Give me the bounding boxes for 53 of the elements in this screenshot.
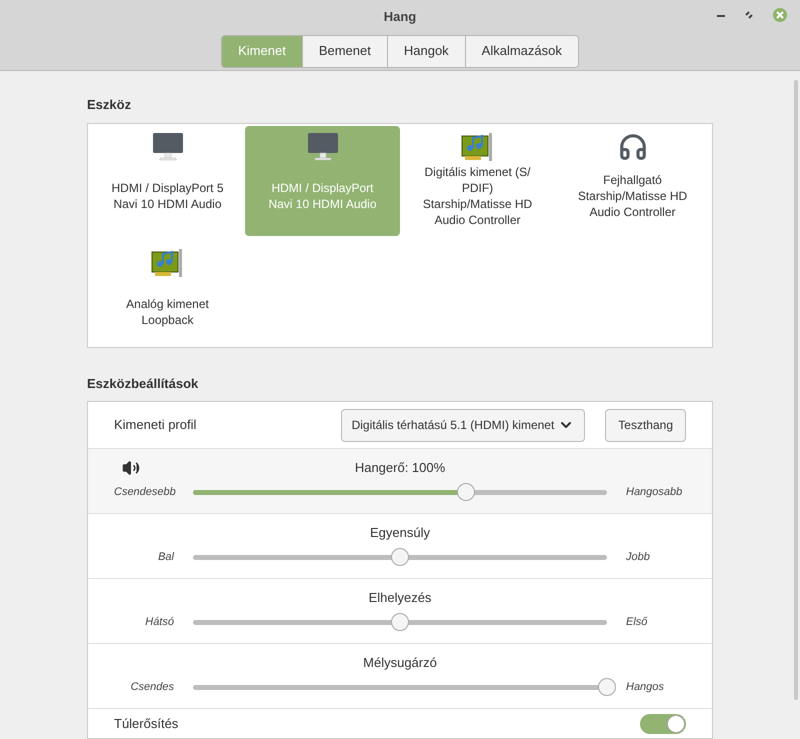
device-label: Audio Controller <box>588 204 677 220</box>
min-label: Csendes <box>130 680 175 695</box>
max-label: Első <box>625 614 648 630</box>
device-label: PDIF) <box>460 180 494 196</box>
max-label: Hangosabb <box>625 484 684 500</box>
monitor-icon <box>152 132 184 162</box>
monitor-icon <box>306 132 338 162</box>
tab[interactable]: Bemenet <box>302 34 388 68</box>
boost-label: Túlerősítés <box>114 714 180 733</box>
device-label: Audio Controller <box>433 212 522 228</box>
slider-thumb[interactable] <box>391 612 409 630</box>
device-label: Starship/Matisse HD <box>422 196 532 212</box>
close-icon[interactable] <box>772 7 788 23</box>
headphones-icon <box>618 132 648 162</box>
device-item[interactable]: Fejhallgató Starship/Matisse HD Audio Controller <box>555 126 710 236</box>
scrollbar[interactable] <box>794 80 798 700</box>
slider-label: Egyensúly <box>370 524 430 542</box>
slider-label: Hangerő: 100% <box>354 459 446 478</box>
device-item[interactable]: HDMI / DisplayPort 5 Navi 10 HDMI Audio <box>90 126 245 236</box>
restore-icon[interactable] <box>744 10 754 20</box>
max-label: Jobb <box>625 550 651 565</box>
device-item[interactable]: Digitális kimenet (S/ PDIF) Starship/Matisse HD Audio Controller <box>400 126 555 236</box>
slider-label: Mélysugárzó <box>363 654 437 672</box>
device-label: Starship/Matisse HD <box>578 188 688 204</box>
tab[interactable]: Hangok <box>386 34 466 68</box>
device-label: Loopback <box>140 312 195 328</box>
section-title: Eszközbeállítások <box>87 374 200 392</box>
device-label: Fejhallgató <box>602 172 663 188</box>
sound-card-icon <box>460 132 494 162</box>
profile-label: Kimeneti profil <box>114 416 198 434</box>
boost-switch[interactable] <box>640 714 686 734</box>
slider-label: Elhelyezés <box>368 589 432 608</box>
min-label: Hátsó <box>144 614 175 630</box>
device-label: HDMI / DisplayPort <box>270 180 374 196</box>
device-item[interactable]: Analóg kimenet Loopback <box>90 242 245 352</box>
max-label: Hangos <box>625 680 665 695</box>
device-label: Navi 10 HDMI Audio <box>112 196 223 212</box>
test-sound-button[interactable]: Teszthang <box>605 408 686 442</box>
device-label: HDMI / DisplayPort 5 <box>111 180 224 196</box>
profile-dropdown[interactable]: Digitális térhatású 5.1 (HDMI) kimenet <box>340 408 586 442</box>
slider-thumb[interactable] <box>391 548 409 566</box>
device-label: Navi 10 HDMI Audio <box>268 196 377 212</box>
window-title: Hang <box>384 8 416 26</box>
device-label: Analóg kimenet <box>126 296 209 312</box>
min-label: Bal <box>157 550 176 565</box>
tab[interactable]: Alkalmazások <box>464 34 579 68</box>
section-title: Eszköz <box>87 96 132 114</box>
speaker-icon <box>122 459 140 477</box>
sound-card-icon <box>150 248 184 278</box>
min-label: Csendesebb <box>114 484 177 500</box>
device-label: Digitális kimenet (S/ <box>423 164 532 180</box>
slider-thumb[interactable] <box>457 482 476 500</box>
slider-thumb[interactable] <box>598 678 616 696</box>
